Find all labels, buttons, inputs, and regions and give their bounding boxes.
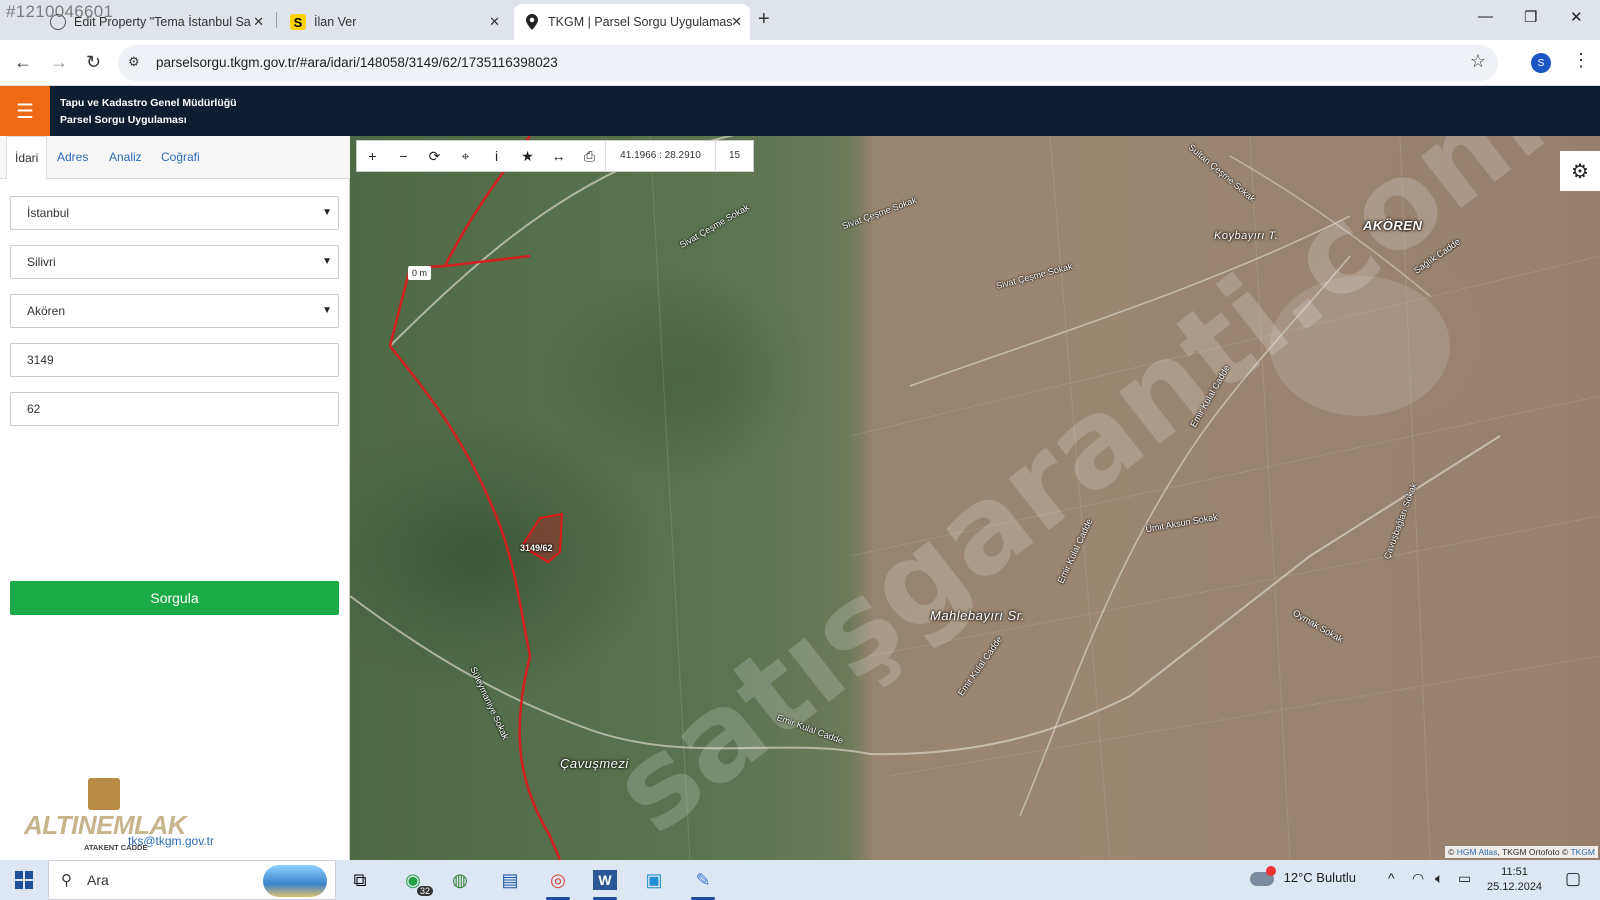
- paint-icon[interactable]: ✎: [683, 864, 723, 900]
- minimize-icon[interactable]: —: [1478, 8, 1493, 25]
- back-arrow-icon[interactable]: ←: [14, 52, 32, 73]
- browser-toolbar: ← → ↻ ⚙ parselsorgu.tkgm.gov.tr/#ara/ida…: [0, 40, 1600, 86]
- location-pin-icon: [524, 14, 540, 30]
- profile-avatar[interactable]: S: [1531, 53, 1551, 73]
- speaker-icon[interactable]: 🔈︎: [1435, 870, 1443, 887]
- close-tab-icon[interactable]: ✕: [731, 14, 742, 30]
- tab-tkgm[interactable]: TKGM | Parsel Sorgu Uygulamas ✕: [514, 4, 750, 40]
- place-label-akoren: AKÖREN: [1363, 218, 1423, 233]
- close-tab-icon[interactable]: ✕: [489, 14, 500, 30]
- wifi-icon[interactable]: ◠: [1412, 870, 1424, 887]
- tab-separator: [276, 12, 277, 28]
- search-icon: ⚲: [61, 872, 72, 889]
- print-icon[interactable]: ⎙: [574, 140, 605, 172]
- settings-gear-icon[interactable]: ⚙: [1560, 151, 1600, 191]
- search-panel: İdari Adres Analiz Coğrafi İstanbul ▼ Si…: [0, 136, 350, 860]
- tab-analiz[interactable]: Analiz: [101, 136, 150, 179]
- address-bar[interactable]: ⚙ parselsorgu.tkgm.gov.tr/#ara/idari/148…: [118, 45, 1498, 81]
- hamburger-menu-icon[interactable]: ☰: [0, 86, 50, 136]
- distance-label: 0 m: [408, 266, 432, 280]
- tab-adres[interactable]: Adres: [49, 136, 96, 179]
- listing-id-overlay: #1210046601: [6, 2, 114, 21]
- restore-icon[interactable]: ❐: [1524, 8, 1537, 26]
- chevron-down-icon: ▼: [322, 256, 332, 267]
- tab-idari[interactable]: İdari: [6, 136, 48, 180]
- logo-mark-icon: [88, 778, 120, 810]
- panel-tabs: İdari Adres Analiz Coğrafi: [0, 136, 350, 180]
- place-label-koybayiri: Koybayırı T.: [1214, 230, 1279, 242]
- chevron-down-icon: ▼: [322, 207, 332, 218]
- reload-icon[interactable]: ↻: [86, 52, 101, 73]
- url-text[interactable]: parselsorgu.tkgm.gov.tr/#ara/idari/14805…: [156, 55, 558, 70]
- chevron-down-icon: ▼: [322, 305, 332, 316]
- refresh-icon[interactable]: ⟳: [419, 140, 450, 172]
- file-explorer-icon[interactable]: ▤: [490, 864, 530, 896]
- notification-icon[interactable]: ▢: [1565, 869, 1581, 889]
- province-select[interactable]: İstanbul ▼: [10, 196, 339, 230]
- window-close-icon[interactable]: ✕: [1570, 8, 1583, 26]
- system-clock[interactable]: 11:51 25.12.2024: [1487, 865, 1542, 895]
- chevron-up-icon[interactable]: ^: [1388, 870, 1395, 886]
- taskbar-search[interactable]: ⚲ Ara: [48, 860, 336, 900]
- windows-start-icon[interactable]: [0, 860, 48, 900]
- globe-app-icon[interactable]: ◍: [440, 864, 480, 896]
- new-tab-icon[interactable]: +: [758, 8, 770, 31]
- info-icon[interactable]: i: [481, 140, 512, 172]
- favorite-star-icon[interactable]: ★: [512, 140, 543, 172]
- agency-title: Tapu ve Kadastro Genel Müdürlüğü Parsel …: [60, 97, 237, 126]
- browser-tab-bar: Edit Property "Tema İstanbul Sa ✕ S İlan…: [0, 0, 1600, 40]
- task-view-icon[interactable]: ⧉: [340, 864, 380, 896]
- weather-widget[interactable]: 12°C Bulutlu: [1250, 865, 1356, 886]
- tab-ilan-ver[interactable]: S İlan Ver ✕: [280, 4, 508, 40]
- query-button[interactable]: Sorgula: [10, 581, 339, 615]
- block-input[interactable]: 3149: [10, 343, 339, 377]
- windows-taskbar: ⚲ Ara ⧉ ◉ 32 ◍ ▤ ◎ W ▣ ✎ 12°C Bulutlu ^ ◠…: [0, 860, 1600, 900]
- altinemlak-logo: ALTINEMLAK ATAKENT CADDE: [24, 778, 194, 852]
- battery-icon[interactable]: ▭: [1458, 870, 1471, 887]
- place-label-cavusmezi: Çavuşmezi: [560, 756, 629, 771]
- map-attribution: © HGM Atlas, TKGM Ortofoto © TKGM: [1445, 846, 1598, 858]
- coordinate-readout: 41.1966 : 28.2910: [605, 140, 715, 172]
- zoom-out-icon[interactable]: −: [388, 140, 419, 172]
- cloud-icon: [1250, 865, 1276, 886]
- forward-arrow-icon[interactable]: →: [50, 52, 68, 73]
- locate-crosshair-icon[interactable]: ⌖: [450, 140, 481, 172]
- chrome-icon[interactable]: ◎: [538, 864, 578, 900]
- site-settings-icon[interactable]: ⚙: [128, 54, 140, 70]
- zoom-level-readout: 15: [715, 140, 753, 172]
- search-highlight-image: [263, 865, 327, 897]
- parcel-input[interactable]: 62: [10, 392, 339, 426]
- tab-cografi[interactable]: Coğrafi: [153, 136, 208, 179]
- place-label-mahlebayiri: Mahlebayırı Sr.: [930, 608, 1026, 623]
- satellite-map[interactable]: satışgaranti.com 0 m 3149/62 AKÖREN Koyb…: [350, 136, 1600, 860]
- district-select[interactable]: Silivri ▼: [10, 245, 339, 279]
- neighborhood-select[interactable]: Akören ▼: [10, 294, 339, 328]
- bookmark-star-icon[interactable]: ☆: [1470, 51, 1486, 72]
- photos-icon[interactable]: ▣: [634, 864, 674, 896]
- map-toolbar: + − ⟳ ⌖ i ★ ↔ ⎙ 41.1966 : 28.2910 15: [356, 140, 754, 172]
- browser-menu-icon[interactable]: ⋮: [1572, 50, 1590, 71]
- zoom-in-icon[interactable]: +: [357, 140, 388, 172]
- measure-icon[interactable]: ↔: [543, 140, 574, 172]
- sahibinden-s-icon: S: [290, 14, 306, 30]
- whatsapp-icon[interactable]: ◉ 32: [393, 864, 433, 896]
- app-header: ☰ Tapu ve Kadastro Genel Müdürlüğü Parse…: [0, 86, 1600, 136]
- word-icon[interactable]: W: [585, 864, 625, 900]
- parcel-label: 3149/62: [520, 543, 553, 553]
- close-tab-icon[interactable]: ✕: [253, 14, 264, 30]
